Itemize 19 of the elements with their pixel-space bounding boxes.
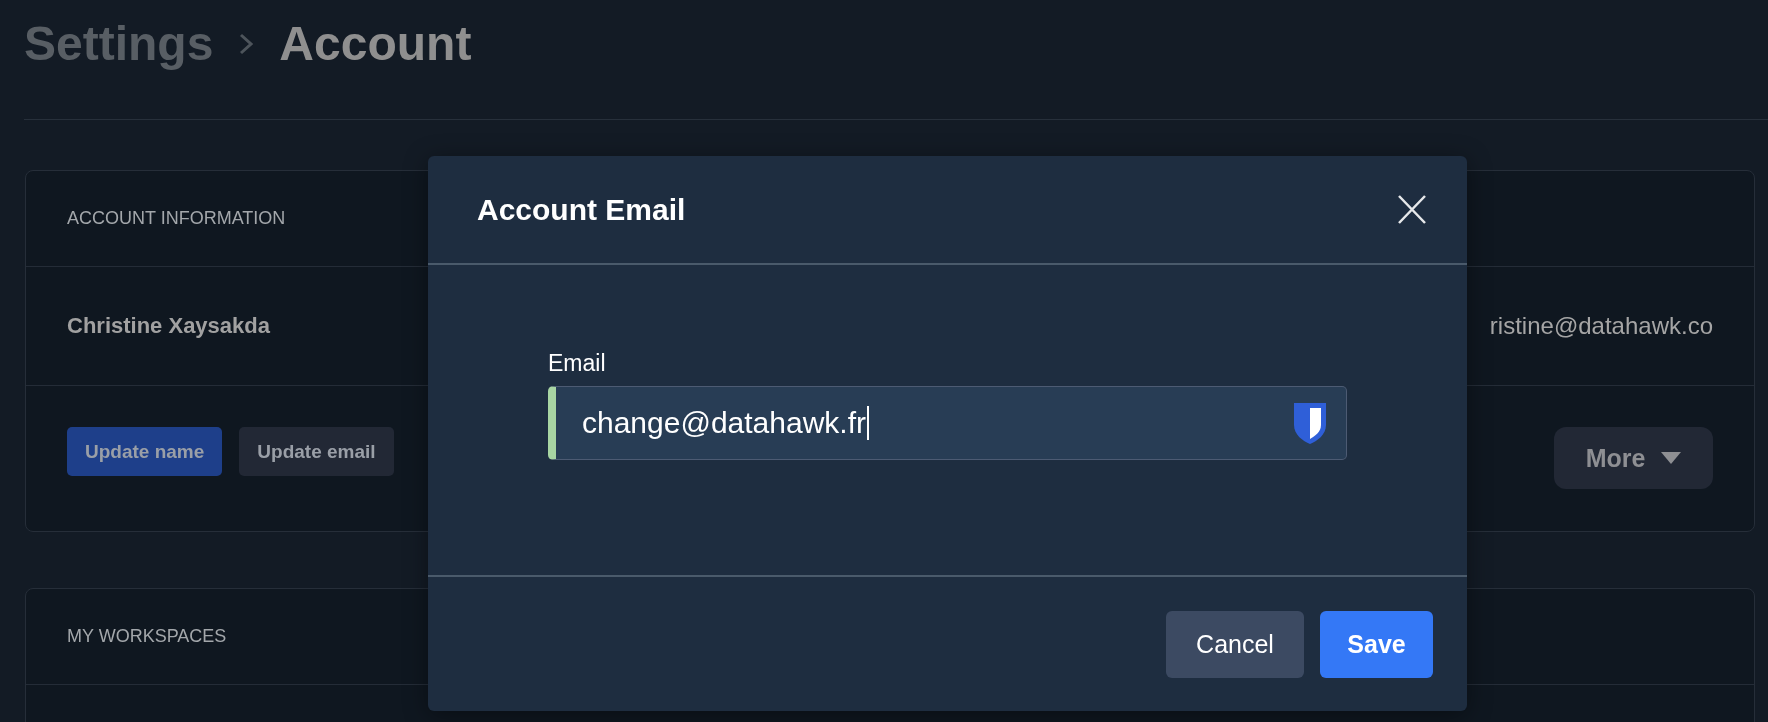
page-title: Account [279,16,472,72]
section-heading: ACCOUNT INFORMATION [67,208,286,229]
email-field[interactable]: change@datahawk.fr [548,386,1347,460]
close-icon [1398,195,1426,224]
account-email: ristine@datahawk.co [1489,312,1713,340]
dialog-title: Account Email [477,192,686,227]
close-button[interactable] [1398,195,1426,224]
more-button[interactable]: More [1554,427,1713,489]
field-label: Email [548,350,606,376]
update-email-button[interactable]: Update email [239,427,394,476]
save-button[interactable]: Save [1320,610,1433,678]
cancel-button[interactable]: Cancel [1166,610,1304,678]
section-heading: MY WORKSPACES [67,626,227,647]
chevron-right-icon [239,33,254,55]
account-name: Christine Xaysakda [67,313,270,339]
breadcrumb-link[interactable]: Settings [24,15,214,73]
shield-icon[interactable] [1292,401,1328,445]
update-name-button[interactable]: Update name [67,427,223,476]
caret-down-icon [1661,452,1682,464]
